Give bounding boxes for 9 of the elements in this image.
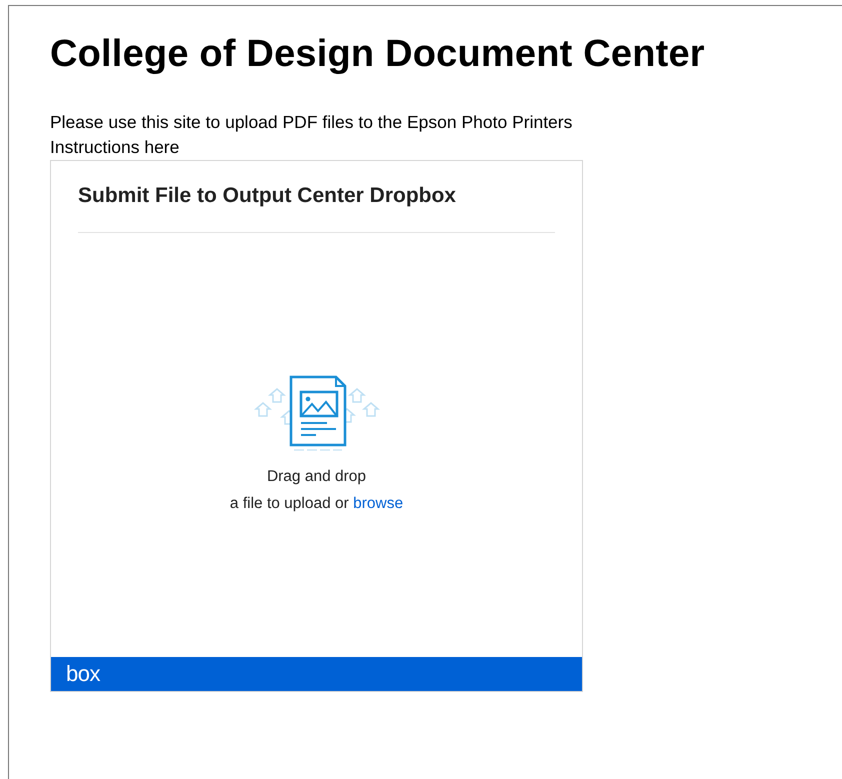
browse-link[interactable]: browse <box>353 495 404 512</box>
intro-text: Please use this site to upload PDF files to the Epson Photo Printers <box>50 111 574 134</box>
page-title: College of Design Document Center <box>50 32 706 77</box>
intro-text: Instructions here <box>50 136 180 159</box>
footer-logo: box <box>66 663 100 685</box>
document-upload-icon <box>252 373 382 451</box>
drop-instruction: a file to upload or <box>230 495 350 512</box>
widget-title: Submit File to Output Center Dropbox <box>78 184 457 208</box>
drop-instruction: Drag and drop <box>266 467 366 487</box>
